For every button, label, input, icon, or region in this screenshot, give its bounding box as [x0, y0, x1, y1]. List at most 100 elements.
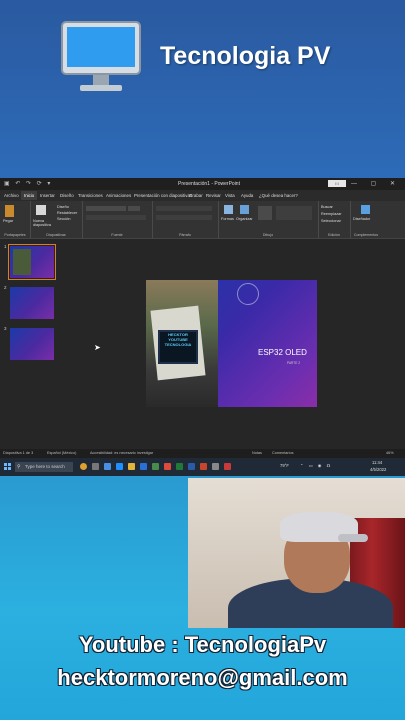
search-icon: ⚲ [17, 464, 21, 470]
select-button[interactable]: Seleccionar [321, 219, 341, 223]
tab-ayuda[interactable]: Ayuda [241, 193, 253, 198]
zoom-level[interactable]: 46% [386, 451, 394, 455]
comments-button[interactable]: Comentarios [272, 451, 294, 455]
shapes-icon [224, 205, 233, 214]
channel-banner: Tecnologia PV [0, 0, 405, 178]
thumb-number: 1 [4, 244, 7, 249]
shapes-button[interactable]: Formas [221, 217, 234, 221]
slide-subtitle[interactable]: PARTE 2 [287, 361, 300, 365]
file-explorer-icon[interactable] [128, 463, 135, 470]
window-controls[interactable]: — ▢ ✕ [351, 180, 401, 187]
app-icon[interactable] [152, 463, 159, 470]
group-editing: Buscar Reemplazar Seleccionar Edición [318, 201, 351, 238]
slide-title[interactable]: ESP32 OLED [258, 348, 307, 357]
font-size-box[interactable] [128, 206, 140, 211]
ribbon: Pegar Portapapeles Nueva diapositiva Dis… [0, 201, 405, 239]
language-indicator[interactable]: Español (México) [47, 451, 76, 455]
decorative-circle [237, 283, 259, 305]
arrange-icon [240, 205, 249, 214]
tab-diseno[interactable]: Diseño [60, 193, 74, 198]
mouse-cursor-icon: ➤ [94, 343, 101, 352]
designer-button[interactable]: Diseñador [353, 217, 370, 221]
word-icon[interactable] [188, 463, 195, 470]
thumb-number: 2 [4, 285, 7, 290]
chrome-icon[interactable] [164, 463, 171, 470]
designer-icon [361, 205, 370, 214]
powerpoint-window: ▣ ↶ ↷ ⟳ ▾ Presentación1 - PowerPoint I I… [0, 178, 405, 476]
task-view-icon[interactable] [92, 463, 99, 470]
shape-format-buttons[interactable] [276, 206, 312, 220]
tab-archivo[interactable]: Archivo [4, 193, 19, 198]
notes-button[interactable]: Notas [252, 451, 262, 455]
weather-widget[interactable]: 79°F [280, 463, 289, 468]
excel-icon[interactable] [176, 463, 183, 470]
clock-date[interactable]: 4/5/2022 [370, 467, 386, 472]
new-slide-button[interactable]: Nueva diapositiva [33, 219, 53, 227]
slide-thumbnail-1[interactable] [8, 244, 56, 280]
oled-display: HECKTOR YOUTUBE TECNOLOGIA [158, 330, 198, 364]
group-font: Fuente [82, 201, 153, 238]
tab-animaciones[interactable]: Animaciones [106, 193, 131, 198]
ribbon-tabs: Archivo Inicio Insertar Diseño Transicio… [0, 190, 405, 201]
addins-label: Complementos [353, 233, 379, 237]
quick-styles-button[interactable] [258, 206, 272, 220]
group-paragraph: Párrafo [152, 201, 219, 238]
app-icon[interactable] [212, 463, 219, 470]
group-addins: Diseñador Complementos [350, 201, 382, 238]
accessibility-indicator[interactable]: Accesibilidad: es necesario investigar [90, 451, 153, 455]
account-badge[interactable]: I I [328, 180, 346, 187]
new-slide-icon [36, 205, 46, 215]
reset-button[interactable]: Restablecer [57, 211, 77, 215]
edge-icon[interactable] [116, 463, 123, 470]
title-bar: ▣ ↶ ↷ ⟳ ▾ Presentación1 - PowerPoint I I… [0, 178, 405, 190]
slide-thumbnail-3[interactable] [10, 328, 54, 360]
tab-inicio[interactable]: Inicio [21, 191, 38, 200]
tab-revisar[interactable]: Revisar [206, 193, 221, 198]
find-button[interactable]: Buscar [321, 205, 333, 209]
clipboard-label: Portapapeles [4, 233, 26, 237]
quick-access-toolbar[interactable]: ▣ ↶ ↷ ⟳ ▾ [4, 180, 52, 187]
system-tray-icons[interactable]: ⌃ ▭ ◉ ☊ [300, 463, 332, 468]
esp32-photo: HECKTOR YOUTUBE TECNOLOGIA [146, 280, 218, 407]
replace-button[interactable]: Reemplazar [321, 212, 341, 216]
taskbar-search[interactable]: ⚲ Type here to search [15, 462, 73, 472]
tab-presentacion[interactable]: Presentación con diapositivas [134, 193, 192, 198]
tab-grabar[interactable]: Grabar [189, 193, 203, 198]
slide-editor: HECKTOR YOUTUBE TECNOLOGIA ESP32 OLED PA… [60, 239, 405, 449]
tab-vista[interactable]: Vista [225, 193, 235, 198]
section-button[interactable]: Sección [57, 217, 71, 221]
app-icon[interactable] [224, 463, 231, 470]
paragraph-list-buttons[interactable] [156, 206, 212, 211]
app-icon[interactable] [80, 463, 87, 470]
group-clipboard: Pegar Portapapeles [0, 201, 31, 238]
font-format-buttons[interactable] [86, 215, 146, 220]
tell-me-search[interactable]: ¿Qué desea hacer? [259, 193, 298, 198]
font-label: Fuente [111, 233, 123, 237]
brand-title: Tecnologia PV [160, 42, 331, 70]
cap-brim [338, 534, 368, 542]
youtube-channel-text: Youtube : TecnologiaPv [78, 632, 327, 657]
paste-button[interactable]: Pegar [3, 219, 13, 223]
paragraph-align-buttons[interactable] [156, 215, 212, 220]
paste-icon [5, 205, 14, 217]
slide-thumbnail-2[interactable] [10, 287, 54, 319]
email-text: hecktormoreno@gmail.com [57, 665, 348, 690]
status-bar: Diapositiva 1 de 3 Español (México) Acce… [0, 449, 405, 458]
clock-time[interactable]: 11:44 [372, 460, 382, 465]
powerpoint-icon[interactable] [200, 463, 207, 470]
window-title: Presentación1 - PowerPoint [178, 181, 240, 187]
oled-line: TECNOLOGIA [164, 342, 192, 347]
search-placeholder: Type here to search [25, 464, 65, 469]
drawing-label: Dibujo [262, 233, 274, 237]
windows-start-icon[interactable] [4, 463, 11, 470]
tab-transiciones[interactable]: Transiciones [78, 193, 103, 198]
paragraph-label: Párrafo [179, 233, 191, 237]
arrange-button[interactable]: Organizar [236, 217, 253, 221]
store-icon[interactable] [140, 463, 147, 470]
tab-insertar[interactable]: Insertar [40, 193, 55, 198]
font-name-box[interactable] [86, 206, 126, 211]
app-icon[interactable] [104, 463, 111, 470]
editing-label: Edición [328, 233, 340, 237]
current-slide[interactable]: HECKTOR YOUTUBE TECNOLOGIA ESP32 OLED PA… [146, 280, 317, 407]
layout-button[interactable]: Diseño [57, 205, 69, 209]
